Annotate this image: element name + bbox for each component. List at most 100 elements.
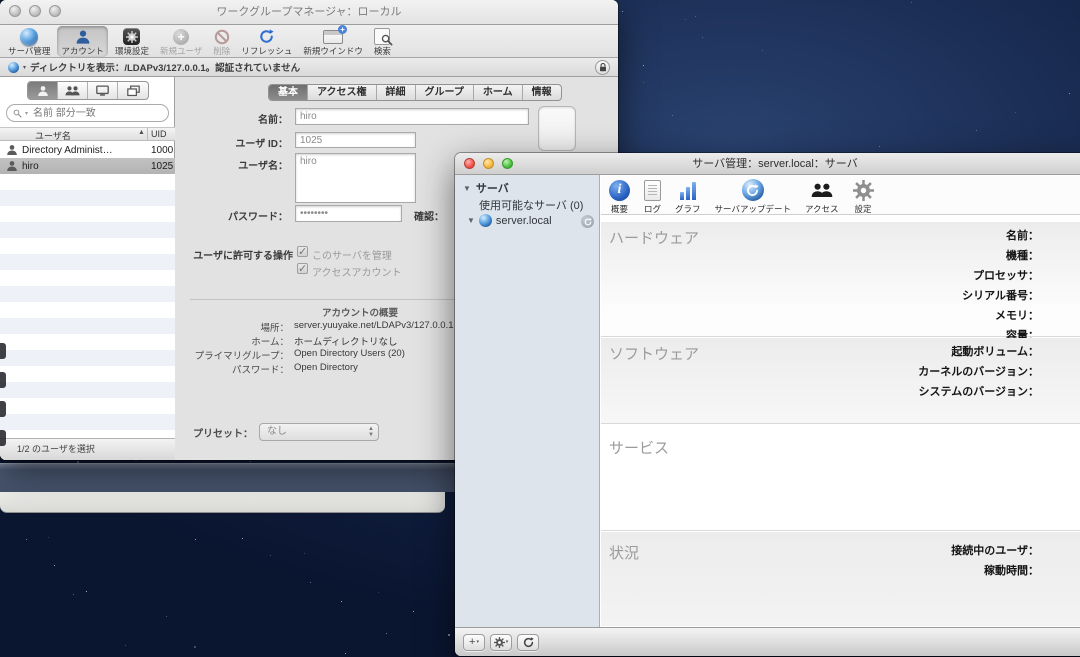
- magnifier-icon: [13, 109, 22, 118]
- disclosure-triangle-icon[interactable]: ▼: [463, 184, 471, 193]
- desktop: ワークグループマネージャ：ローカル サーバ管理 アカウント 環境設定 + 新規ユ…: [0, 0, 1080, 657]
- wgm-titlebar[interactable]: ワークグループマネージャ：ローカル: [0, 0, 618, 25]
- window-title: サーバ管理：server.local：サーバ: [455, 153, 1080, 175]
- add-button[interactable]: +▾: [463, 634, 485, 651]
- home-label: ホーム：: [176, 334, 289, 348]
- tab-computer-groups[interactable]: [118, 82, 148, 99]
- name-field[interactable]: hiro: [295, 108, 529, 125]
- connection-badge[interactable]: [581, 215, 594, 228]
- toolbar-server-admin-button[interactable]: サーバ管理: [4, 26, 54, 57]
- directory-globe-icon[interactable]: [8, 62, 19, 73]
- action-button[interactable]: ▾: [490, 634, 512, 651]
- sidebar-search-field[interactable]: ▾: [6, 104, 169, 122]
- sidebar-item-available-servers[interactable]: 使用可能なサーバ (0): [479, 197, 583, 213]
- sa-sidebar: ▼ サーバ 使用可能なサーバ (0) ▼ server.local: [455, 175, 600, 627]
- sidebar-item-server-local[interactable]: ▼ server.local: [467, 214, 552, 227]
- chevron-down-icon: ▾: [25, 110, 28, 117]
- column-divider[interactable]: [147, 128, 148, 141]
- username-label: ユーザ名：: [188, 157, 288, 172]
- gear-icon: [126, 31, 138, 43]
- picture-well[interactable]: [538, 106, 576, 151]
- confirm-label: 確認：: [376, 208, 444, 223]
- preset-popup[interactable]: なし ▲▼: [259, 423, 379, 441]
- window-title: ワークグループマネージャ：ローカル: [0, 0, 618, 24]
- column-uid[interactable]: UID: [151, 129, 167, 139]
- toolbar-server-updates-button[interactable]: サーバアップデート: [715, 178, 791, 215]
- dock-item[interactable]: [0, 430, 6, 446]
- dock-item[interactable]: [0, 401, 6, 417]
- tab-home[interactable]: ホーム: [474, 85, 523, 100]
- toolbar-search-button[interactable]: 検索: [370, 26, 395, 57]
- dock-item[interactable]: [0, 372, 6, 388]
- server-sphere-icon: [20, 28, 38, 46]
- person-icon: [6, 144, 18, 156]
- location-value: server.yuuyake.net/LDAPv3/127.0.0.1: [294, 320, 454, 331]
- field-label-connected-users: 接続中のユーザ：: [615, 541, 1039, 561]
- dock-item[interactable]: [0, 343, 6, 359]
- access-account-checkbox[interactable]: ✓: [297, 263, 308, 274]
- tab-groups[interactable]: グループ: [416, 85, 474, 100]
- manage-server-checkbox[interactable]: ✓: [297, 246, 308, 257]
- toolbar-accounts-button[interactable]: アカウント: [57, 26, 108, 57]
- disclosure-triangle-icon[interactable]: ▼: [467, 216, 475, 225]
- gear-icon: [494, 637, 505, 648]
- monitor-icon: [96, 85, 109, 97]
- refresh-button[interactable]: [517, 634, 539, 651]
- lock-button[interactable]: [595, 60, 610, 75]
- sa-titlebar[interactable]: サーバ管理：server.local：サーバ: [455, 153, 1080, 175]
- username-field[interactable]: hiro: [295, 153, 416, 203]
- update-globe-icon: [742, 179, 764, 201]
- user-row[interactable]: Directory Administ… 1000: [0, 142, 175, 158]
- selection-status: 1/2 のユーザを選択: [0, 438, 175, 460]
- person-icon: [75, 29, 91, 45]
- sidebar-item-servers[interactable]: ▼ サーバ: [463, 180, 509, 196]
- manage-server-label: このサーバを管理: [312, 247, 392, 262]
- toolbar-graphs-button[interactable]: グラフ: [675, 178, 701, 215]
- server-globe-icon: [479, 214, 492, 227]
- allow-label: ユーザに許可する操作: [176, 247, 293, 262]
- password-label: パスワード：: [188, 208, 288, 223]
- toolbar-access-button[interactable]: アクセス: [805, 178, 839, 215]
- location-label: 場所：: [176, 320, 289, 334]
- primary-group-label: プライマリグループ：: [176, 348, 289, 362]
- toolbar-refresh-button[interactable]: リフレッシュ: [237, 26, 296, 57]
- refresh-icon: [584, 218, 592, 226]
- name-label: 名前：: [188, 111, 288, 126]
- field-label-system-version: システムのバージョン：: [615, 382, 1039, 402]
- toolbar-new-window-button[interactable]: + 新規ウインドウ: [299, 26, 367, 57]
- refresh-icon: [746, 184, 759, 197]
- toolbar-new-user-button: + 新規ユーザ: [156, 26, 206, 57]
- toolbar-settings-button[interactable]: 設定: [853, 178, 874, 215]
- gear-icon: [853, 180, 874, 201]
- toolbar-overview-button[interactable]: i 概要: [609, 178, 630, 215]
- user-list-header[interactable]: ユーザ名 ▲ UID: [0, 127, 175, 141]
- tab-computers[interactable]: [88, 82, 118, 99]
- info-icon: i: [609, 180, 630, 201]
- account-tabs: 基本 アクセス権 詳細 グループ ホーム 情報: [268, 84, 562, 101]
- section-software: ソフトウェア 起動ボリューム： カーネルのバージョン： システムのバージョン：: [601, 338, 1080, 424]
- person-icon: [6, 160, 18, 172]
- userid-field[interactable]: 1025: [295, 132, 416, 148]
- user-row-selected[interactable]: hiro 1025: [0, 158, 175, 174]
- user-list-empty-rows[interactable]: [0, 174, 175, 438]
- tab-users[interactable]: [28, 82, 58, 99]
- field-label-name: 名前：: [615, 226, 1039, 246]
- password-type-label: パスワード：: [176, 362, 289, 376]
- tab-info[interactable]: 情報: [523, 85, 561, 100]
- field-label-processor: プロセッサ：: [615, 266, 1039, 286]
- tab-basic[interactable]: 基本: [269, 85, 308, 100]
- sa-toolbar: i 概要 ログ グラフ サーバアップデート アクセス: [601, 175, 1080, 215]
- tab-groups[interactable]: [58, 82, 88, 99]
- refresh-icon: [259, 29, 274, 44]
- tab-privileges[interactable]: アクセス権: [308, 85, 377, 100]
- tab-advanced[interactable]: 詳細: [377, 85, 416, 100]
- directory-status-bar: ▾ ディレクトリを表示：/LDAPv3/127.0.0.1。認証されていません: [0, 58, 618, 77]
- field-label-kernel-version: カーネルのバージョン：: [615, 362, 1039, 382]
- directory-status-text: ディレクトリを表示：/LDAPv3/127.0.0.1。認証されていません: [30, 60, 300, 74]
- toolbar-logs-button[interactable]: ログ: [644, 178, 661, 215]
- record-type-segmented-control: [27, 81, 149, 100]
- search-input[interactable]: [31, 107, 162, 120]
- toolbar-preferences-button[interactable]: 環境設定: [111, 26, 153, 57]
- log-document-icon: [644, 180, 661, 201]
- column-username[interactable]: ユーザ名: [35, 129, 71, 142]
